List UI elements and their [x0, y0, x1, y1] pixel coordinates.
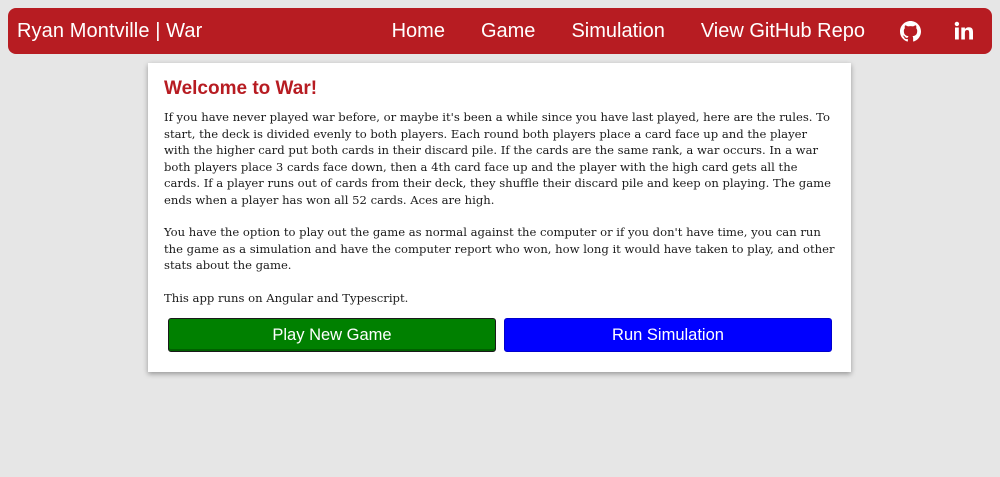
nav-link-simulation[interactable]: Simulation	[571, 20, 664, 43]
linkedin-icon[interactable]	[953, 20, 975, 42]
site-brand[interactable]: Ryan Montville | War	[17, 20, 202, 43]
welcome-card: Welcome to War! If you have never played…	[148, 63, 851, 372]
page-title: Welcome to War!	[164, 78, 318, 99]
rules-paragraph: If you have never played war before, or …	[164, 110, 831, 207]
play-new-game-button[interactable]: Play New Game	[168, 318, 496, 352]
nav-links: Home Game Simulation View GitHub Repo	[392, 8, 992, 54]
nav-link-home[interactable]: Home	[392, 20, 445, 43]
run-simulation-button[interactable]: Run Simulation	[504, 318, 832, 352]
tech-paragraph: This app runs on Angular and Typescript.	[164, 290, 409, 305]
github-icon[interactable]	[899, 20, 921, 42]
top-navbar: Ryan Montville | War Home Game Simulatio…	[8, 8, 992, 54]
nav-link-game[interactable]: Game	[481, 20, 535, 43]
nav-link-github-repo[interactable]: View GitHub Repo	[701, 20, 865, 43]
options-paragraph: You have the option to play out the game…	[164, 225, 835, 272]
action-buttons: Play New Game Run Simulation	[168, 318, 832, 352]
